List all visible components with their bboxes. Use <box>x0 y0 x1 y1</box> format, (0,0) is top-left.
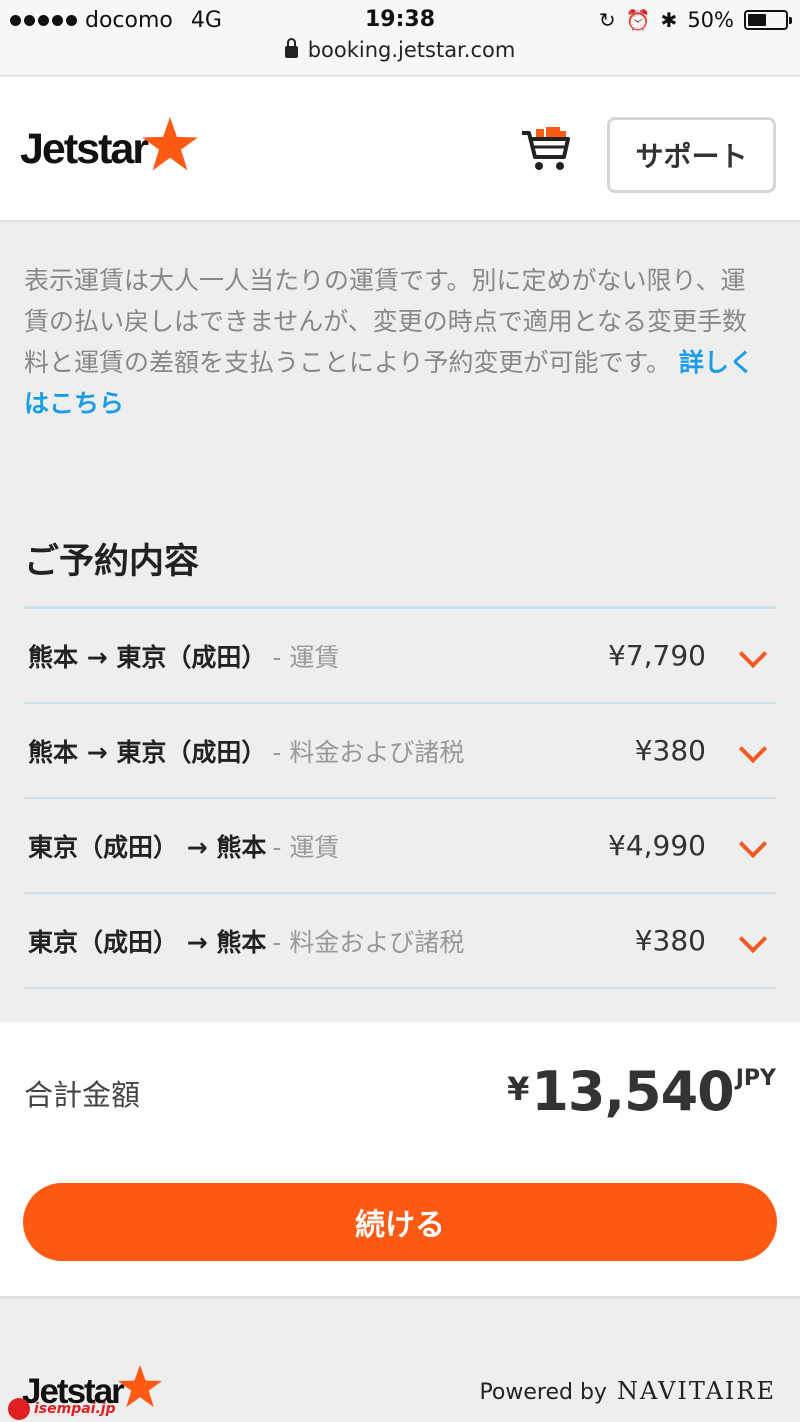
rotation-lock-icon: ↻ <box>598 8 616 32</box>
cart-icon[interactable] <box>520 125 572 173</box>
row-type: - 料金および諸税 <box>272 737 465 767</box>
booking-row[interactable]: 熊本 → 東京（成田） - 料金および諸税 ¥380 <box>24 704 776 799</box>
watermark-icon <box>8 1398 30 1420</box>
row-type: - 運賃 <box>272 832 340 862</box>
status-icons: ↻ ⏰ ✱ 50% <box>598 8 792 32</box>
booking-row[interactable]: 東京（成田） → 熊本 - 料金および諸税 ¥380 <box>24 894 776 989</box>
row-price: ¥380 <box>634 734 706 767</box>
status-bar: docomo 4G 19:38 ↻ ⏰ ✱ 50% booking.jetsta… <box>0 0 800 76</box>
fare-notice: 表示運賃は大人一人当たりの運賃です。別に定めがない限り、運賃の払い戻しはできませ… <box>24 260 764 424</box>
chevron-down-icon[interactable] <box>740 931 762 953</box>
star-icon <box>142 116 198 171</box>
row-type: - 運賃 <box>272 642 340 672</box>
row-route: 東京（成田） → 熊本 <box>28 832 267 862</box>
row-route: 熊本 → 東京（成田） <box>28 642 267 672</box>
row-price: ¥4,990 <box>608 829 706 862</box>
chevron-down-icon[interactable] <box>740 836 762 858</box>
total-currency: JPY <box>735 1066 776 1091</box>
total-value: 13,540 <box>531 1060 734 1123</box>
battery-percent: 50% <box>687 8 734 32</box>
booking-summary-title: ご予約内容 <box>24 542 200 582</box>
row-route: 東京（成田） → 熊本 <box>28 927 267 957</box>
lock-icon <box>284 38 298 58</box>
watermark-text: isempai.jp <box>34 1401 116 1417</box>
continue-button[interactable]: 続ける <box>23 1183 777 1261</box>
support-button[interactable]: サポート <box>607 117 776 193</box>
powered-by-text: Powered by <box>479 1380 607 1405</box>
logo-text: Jetstar <box>20 125 149 173</box>
battery-icon <box>744 10 792 30</box>
row-route: 熊本 → 東京（成田） <box>28 737 267 767</box>
row-type: - 料金および諸税 <box>272 927 465 957</box>
site-header: Jetstar サポート <box>0 77 800 222</box>
total-panel: 合計金額 ¥ 13,540 JPY 続ける <box>0 1022 800 1299</box>
row-price: ¥7,790 <box>608 639 706 672</box>
booking-row[interactable]: 熊本 → 東京（成田） - 運賃 ¥7,790 <box>24 609 776 704</box>
jetstar-logo[interactable]: Jetstar <box>20 116 199 174</box>
total-yen-symbol: ¥ <box>507 1070 530 1108</box>
booking-summary-list: 熊本 → 東京（成田） - 運賃 ¥7,790 熊本 → 東京（成田） - 料金… <box>24 606 776 989</box>
star-icon <box>117 1364 162 1408</box>
row-price: ¥380 <box>634 924 706 957</box>
bluetooth-icon: ✱ <box>660 8 678 32</box>
navitaire-logo: NAVITAIRE <box>616 1377 776 1405</box>
booking-row[interactable]: 東京（成田） → 熊本 - 運賃 ¥4,990 <box>24 799 776 894</box>
total-amount: ¥ 13,540 JPY <box>507 1060 776 1123</box>
chevron-down-icon[interactable] <box>740 646 762 668</box>
chevron-down-icon[interactable] <box>740 741 762 763</box>
url-text: booking.jetstar.com <box>307 38 516 62</box>
watermark: isempai.jp <box>8 1398 116 1420</box>
fare-notice-text: 表示運賃は大人一人当たりの運賃です。別に定めがない限り、運賃の払い戻しはできませ… <box>24 266 748 377</box>
powered-by: Powered by NAVITAIRE <box>479 1377 776 1405</box>
address-bar[interactable]: booking.jetstar.com <box>0 38 800 62</box>
total-label: 合計金額 <box>24 1078 141 1112</box>
alarm-icon: ⏰ <box>625 8 651 32</box>
